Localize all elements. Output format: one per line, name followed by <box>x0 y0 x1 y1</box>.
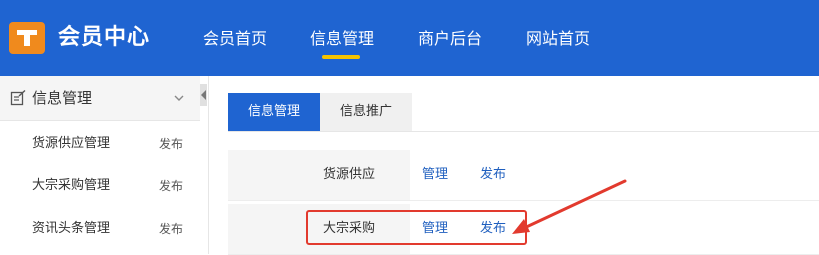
sidebar-section-title: 信息管理 <box>32 89 93 107</box>
sidebar-section-header[interactable]: 信息管理 <box>0 76 200 121</box>
tab-bar: 信息管理 信息推广 <box>228 93 819 132</box>
sidebar-item-label[interactable]: 大宗采购管理 <box>32 177 110 195</box>
nav-info-management[interactable]: 信息管理 <box>310 28 374 50</box>
sidebar: 信息管理 货源供应管理 发布 大宗采购管理 发布 资讯头条管理 发布 <box>0 76 201 254</box>
table-row: 货源供应 管理 发布 <box>228 150 819 201</box>
publish-link[interactable]: 发布 <box>480 165 506 185</box>
sidebar-publish-link[interactable]: 发布 <box>159 177 183 195</box>
sidebar-item-supply: 货源供应管理 发布 <box>0 124 200 164</box>
top-header: 会员中心 会员首页 信息管理 商户后台 网站首页 <box>0 0 819 76</box>
manage-link[interactable]: 管理 <box>422 165 448 185</box>
tab-info-promotion[interactable]: 信息推广 <box>320 93 412 131</box>
nav-site-home[interactable]: 网站首页 <box>526 28 590 50</box>
logo-t-icon[interactable] <box>9 22 45 54</box>
brand-title[interactable]: 会员中心 <box>58 22 150 54</box>
edit-icon <box>10 89 26 110</box>
sidebar-item-label[interactable]: 资讯头条管理 <box>32 220 110 238</box>
active-nav-underline <box>322 55 360 59</box>
sidebar-item-news: 资讯头条管理 发布 <box>0 209 200 249</box>
tab-info-management[interactable]: 信息管理 <box>228 93 320 131</box>
row-name: 货源供应 <box>323 167 376 182</box>
chevron-down-icon[interactable] <box>172 90 186 109</box>
sidebar-item-bulk-purchase: 大宗采购管理 发布 <box>0 166 200 206</box>
sidebar-publish-link[interactable]: 发布 <box>159 135 183 153</box>
row-name-cell: 货源供应 <box>228 150 410 200</box>
nav-member-home[interactable]: 会员首页 <box>203 28 267 50</box>
collapse-arrow-icon[interactable] <box>200 84 207 106</box>
nav-merchant-backend[interactable]: 商户后台 <box>418 28 482 50</box>
sidebar-item-label[interactable]: 货源供应管理 <box>32 135 110 153</box>
sidebar-publish-link[interactable]: 发布 <box>159 220 183 238</box>
annotation-highlight-box <box>306 210 527 245</box>
